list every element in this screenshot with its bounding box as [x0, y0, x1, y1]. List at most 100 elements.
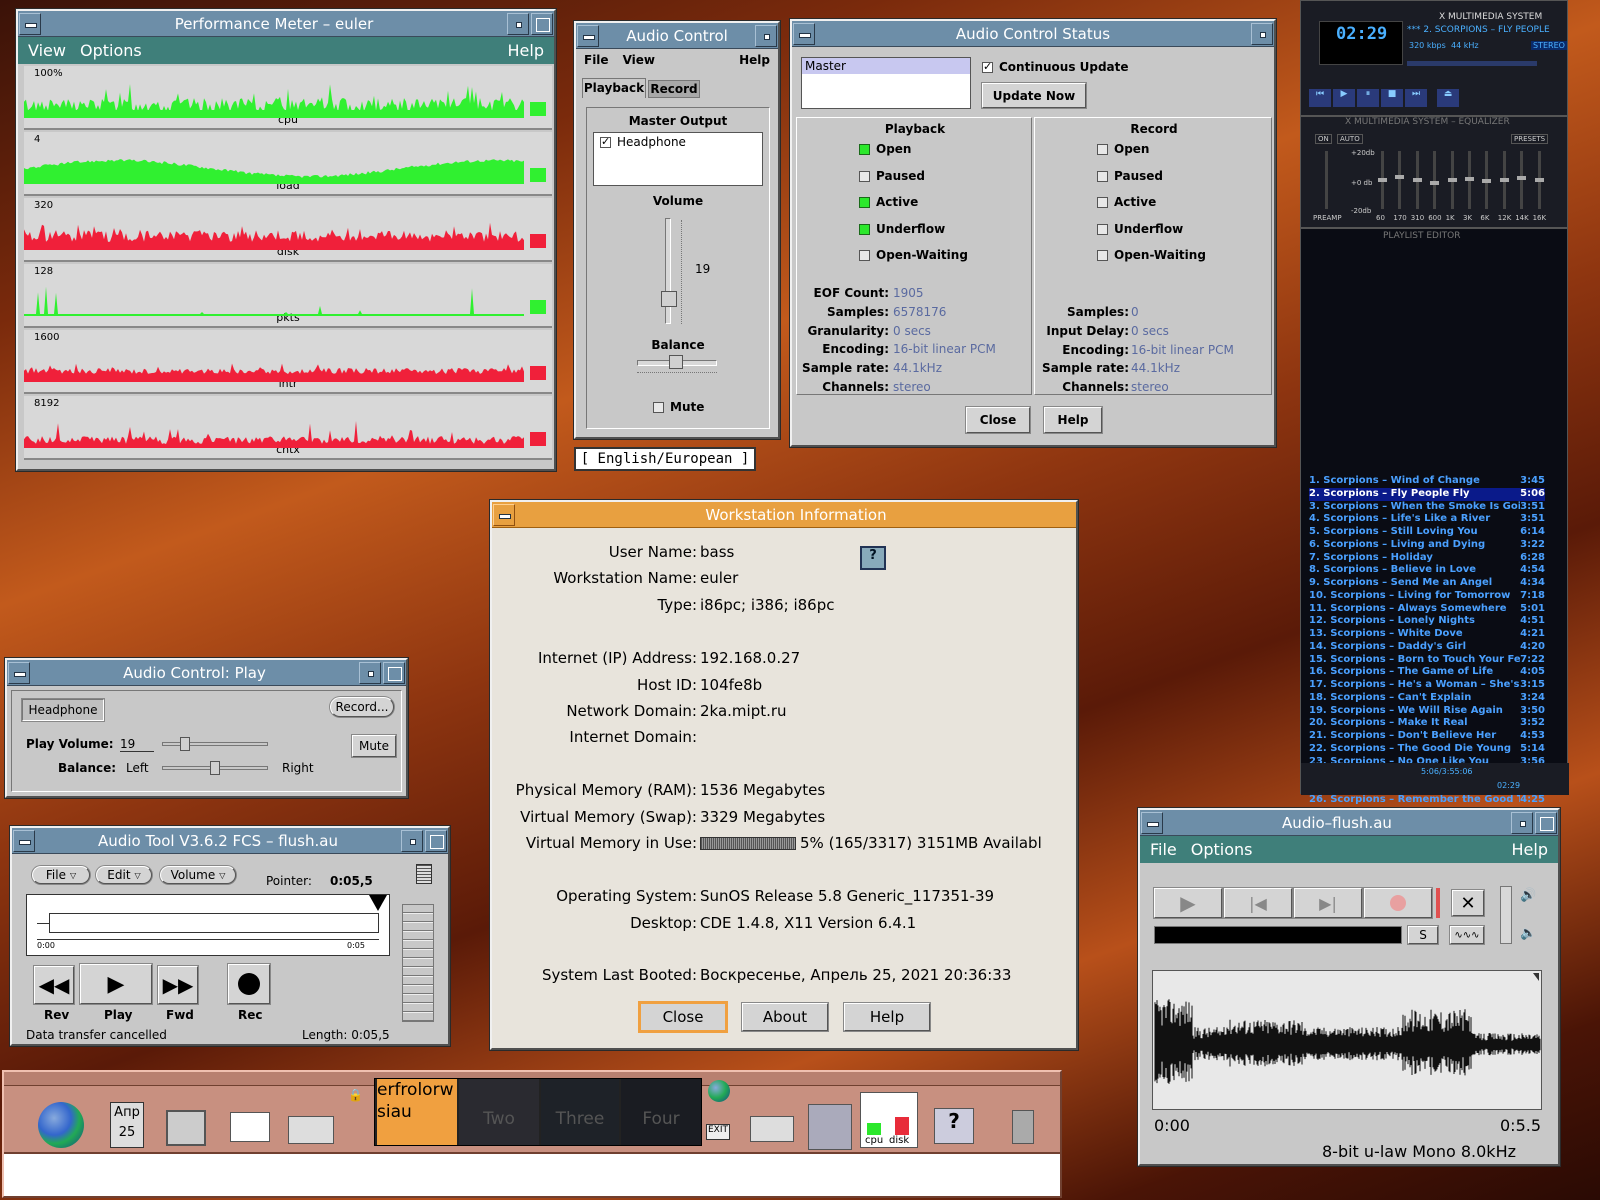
stop-icon[interactable]: ■: [1381, 89, 1403, 107]
speaker-soft-icon[interactable]: 🔈: [1520, 926, 1536, 941]
headphone-item[interactable]: Headphone: [594, 133, 762, 151]
waveform-area[interactable]: 0:00 0:05: [26, 894, 390, 956]
mute-button[interactable]: Mute: [352, 735, 396, 757]
window-menu-button[interactable]: [1141, 811, 1163, 834]
headphone-button[interactable]: Headphone: [22, 699, 104, 721]
perf-meter-titlebar[interactable]: Performance Meter – euler: [18, 11, 554, 37]
headphone-checkbox[interactable]: [600, 135, 611, 148]
playlist-item[interactable]: 21. Scorpions – Don't Believe Her 4:53: [1309, 730, 1545, 743]
window-menu-button[interactable]: [13, 829, 35, 852]
eq-band-thumb[interactable]: [1395, 175, 1405, 180]
close-button[interactable]: Close: [966, 407, 1030, 433]
mute-checkbox[interactable]: [653, 402, 664, 413]
skip-end-button[interactable]: ▶|: [1294, 888, 1362, 918]
record-button[interactable]: [1364, 888, 1432, 918]
window-menu-button[interactable]: [793, 22, 815, 45]
workspace-four[interactable]: Four: [621, 1079, 701, 1145]
about-button[interactable]: About: [742, 1003, 828, 1031]
file-menu-button[interactable]: File ▽: [32, 866, 90, 884]
playlist-item[interactable]: 11. Scorpions – Always Somewhere 5:01: [1309, 603, 1545, 616]
waveform-display[interactable]: [1152, 970, 1542, 1110]
window-menu-button[interactable]: [8, 661, 30, 684]
maximize-button[interactable]: [1535, 811, 1557, 834]
close-button[interactable]: Close: [640, 1003, 726, 1031]
menu-file[interactable]: File: [1150, 840, 1177, 859]
eq-band-thumb[interactable]: [1378, 178, 1387, 182]
eq-preamp-slider[interactable]: [1325, 151, 1328, 209]
volume-slider-track[interactable]: [665, 218, 671, 324]
perf-monitor-icon[interactable]: cpu disk: [860, 1092, 918, 1148]
s-button[interactable]: S: [1408, 926, 1438, 944]
eq-band-slider[interactable]: [1398, 151, 1402, 209]
menu-help[interactable]: Help: [739, 53, 770, 67]
playlist-item[interactable]: 22. Scorpions – The Good Die Young 5:14: [1309, 743, 1545, 756]
pause-icon[interactable]: ⏸: [1357, 89, 1379, 107]
play-button[interactable]: ▶: [1154, 888, 1222, 918]
playlist-item[interactable]: 10. Scorpions – Living for Tomorrow 7:18: [1309, 590, 1545, 603]
text-editor-icon[interactable]: [220, 1098, 280, 1158]
eq-band-thumb[interactable]: [1412, 178, 1422, 182]
help-manager-icon[interactable]: ?: [924, 1098, 984, 1158]
playlist-item[interactable]: 4. Scorpions – Life's Like a River 3:51: [1309, 513, 1545, 526]
playlist-item[interactable]: 14. Scorpions – Daddy's Girl 4:20: [1309, 641, 1545, 654]
eq-auto-button[interactable]: AUTO: [1337, 134, 1363, 144]
playlist-item[interactable]: 20. Scorpions – Make It Real 3:52: [1309, 717, 1545, 730]
playlist-item[interactable]: 17. Scorpions – He's a Woman – She's a..…: [1309, 679, 1545, 692]
language-indicator[interactable]: [ English/European ]: [574, 447, 756, 471]
record-button[interactable]: Record...: [330, 697, 394, 717]
eq-band-thumb[interactable]: [1482, 179, 1492, 184]
volume-slider[interactable]: [1500, 886, 1512, 944]
eq-band-thumb[interactable]: [1430, 180, 1440, 185]
eq-presets-button[interactable]: PRESETS: [1511, 134, 1549, 144]
play-volume-slider[interactable]: [162, 742, 268, 746]
rev-button[interactable]: ◀◀: [34, 966, 74, 1004]
maximize-button[interactable]: [425, 829, 447, 852]
eq-band-thumb[interactable]: [1517, 176, 1527, 181]
rewind-button[interactable]: |◀: [1224, 888, 1292, 918]
playlist-item[interactable]: 19. Scorpions – We Will Rise Again 3:50: [1309, 705, 1545, 718]
prev-icon[interactable]: ⏮: [1309, 89, 1331, 107]
balance-thumb[interactable]: [210, 761, 220, 775]
playhead-marker-icon[interactable]: [369, 895, 387, 911]
audio-tool-titlebar[interactable]: Audio Tool V3.6.2 FCS – flush.au: [12, 828, 448, 854]
tab-record[interactable]: Record: [648, 80, 700, 98]
menu-file[interactable]: File: [584, 53, 609, 67]
window-menu-button[interactable]: [577, 24, 599, 47]
tab-playback[interactable]: Playback: [582, 78, 646, 98]
audio-play-titlebar[interactable]: Audio Control: Play: [7, 660, 406, 686]
play-button[interactable]: ▶: [80, 964, 152, 1004]
playlist-item[interactable]: 9. Scorpions – Send Me an Angel 4:34: [1309, 577, 1545, 590]
play-volume-thumb[interactable]: [180, 737, 190, 751]
minimize-button[interactable]: [755, 24, 777, 47]
menu-help[interactable]: Help: [508, 41, 544, 60]
speaker-loud-icon[interactable]: 🔊: [1520, 888, 1536, 903]
playlist-item[interactable]: 12. Scorpions – Lonely Nights 4:51: [1309, 615, 1545, 628]
help-button[interactable]: Help: [1044, 407, 1102, 433]
exit-button[interactable]: EXIT: [706, 1124, 730, 1140]
menu-view[interactable]: View: [28, 41, 66, 60]
window-menu-button[interactable]: [493, 503, 515, 526]
playlist-item[interactable]: 18. Scorpions – Can't Explain 3:24: [1309, 692, 1545, 705]
waveform-button[interactable]: ∿∿∿: [1450, 926, 1484, 944]
menu-help[interactable]: Help: [1512, 840, 1548, 859]
playlist-item[interactable]: 13. Scorpions – White Dove 4:21: [1309, 628, 1545, 641]
rec-button[interactable]: [228, 964, 270, 1004]
update-now-button[interactable]: Update Now: [982, 83, 1086, 108]
calendar-icon[interactable]: Апр 25: [100, 1098, 160, 1158]
workspace-two[interactable]: Two: [459, 1079, 539, 1145]
maximize-button[interactable]: [531, 12, 553, 35]
globe-icon[interactable]: [34, 1098, 94, 1158]
workstation-titlebar[interactable]: Workstation Information: [492, 502, 1076, 528]
play-icon[interactable]: ▶: [1333, 89, 1355, 107]
printer-icon[interactable]: [742, 1098, 802, 1158]
menu-options[interactable]: Options: [1191, 840, 1253, 859]
audio-control-titlebar[interactable]: Audio Control: [576, 23, 778, 49]
continuous-update-row[interactable]: Continuous Update: [982, 60, 1129, 74]
doc-icon[interactable]: [416, 864, 432, 884]
audio-status-titlebar[interactable]: Audio Control Status: [792, 21, 1274, 47]
minimize-button[interactable]: [401, 829, 423, 852]
xmms-seek-bar[interactable]: [1407, 61, 1537, 66]
playlist-item[interactable]: 6. Scorpions – Living and Dying 3:22: [1309, 539, 1545, 552]
volume-slider-thumb[interactable]: [661, 290, 677, 307]
minimize-button[interactable]: [1511, 811, 1533, 834]
